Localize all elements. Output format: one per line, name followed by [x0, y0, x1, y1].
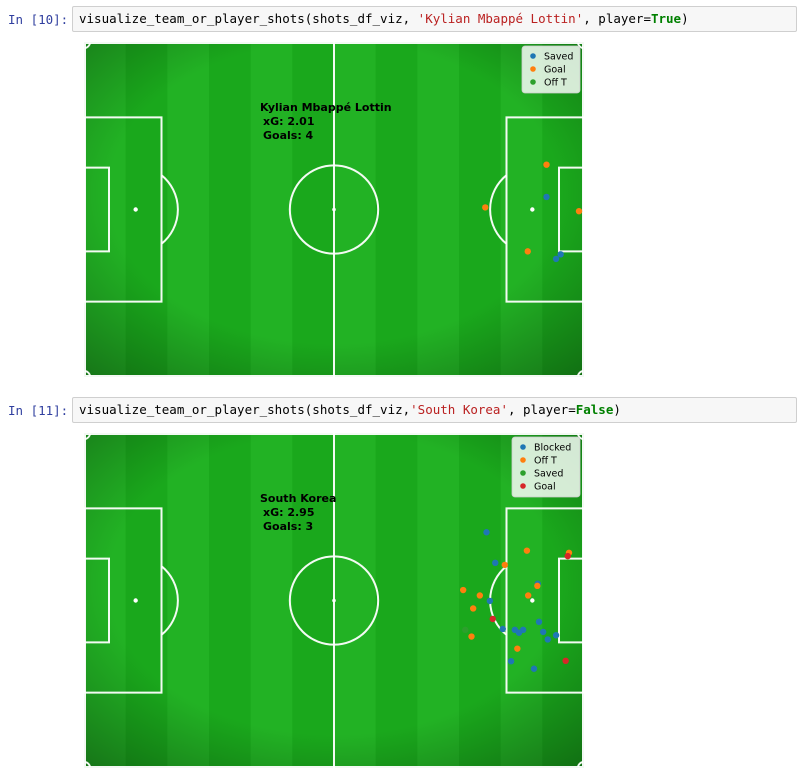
code-input[interactable]: visualize_team_or_player_shots(shots_df_… — [72, 397, 797, 423]
shot-point — [482, 204, 489, 211]
shot-point — [530, 665, 538, 672]
shot-point — [486, 597, 494, 605]
code-fn: visualize_team_or_player_shots — [79, 11, 305, 26]
shot-point — [515, 629, 523, 636]
shot-point — [462, 626, 469, 634]
shot-point — [524, 248, 531, 255]
legend-marker — [520, 457, 526, 463]
legend-marker — [520, 470, 526, 476]
left-penalty-spot — [133, 598, 138, 603]
shot-point — [535, 618, 543, 626]
pitch-svg: Kylian Mbappé LottinxG: 2.01Goals: 4 Save… — [84, 42, 584, 377]
shot-point — [539, 628, 547, 636]
shot-point — [489, 615, 496, 623]
shot-point — [544, 636, 551, 643]
shot-point — [499, 625, 506, 633]
annotation-name: South Korea — [260, 492, 336, 505]
annotation-name: Kylian Mbappé Lottin — [260, 101, 392, 114]
shot-point — [543, 193, 550, 201]
shot-map-figure: South Korea xG: 2.95 Goals: 3 Blocked Off T S… — [84, 433, 584, 768]
code-mid: , player= — [583, 11, 651, 26]
right-penalty-spot — [530, 598, 535, 603]
legend-marker — [530, 79, 536, 85]
center-spot — [332, 598, 336, 603]
legend-marker — [520, 444, 526, 450]
shot-point — [476, 592, 484, 599]
shot-point — [552, 255, 560, 263]
shot-point — [468, 633, 475, 640]
shot-point — [483, 529, 490, 536]
cell-prompt: In [11]: — [8, 403, 69, 418]
code-close: ) — [613, 402, 621, 417]
code-open: (shots_df_viz, — [304, 11, 418, 26]
shot-point — [459, 586, 467, 594]
shot-point — [492, 559, 499, 567]
shot-point — [501, 561, 509, 569]
legend-label: Saved — [544, 52, 573, 63]
shot-point — [564, 552, 571, 560]
shot-point — [562, 657, 569, 664]
legend-marker — [530, 53, 536, 59]
code-mid: , player= — [507, 402, 576, 417]
annotation-goals: Goals: 4 — [263, 129, 314, 142]
code-keyword: False — [575, 402, 614, 417]
legend-label: Goal — [534, 482, 556, 493]
shot-map-figure: Kylian Mbappé Lottin xG: 2.01 Goals: 4 Save… — [84, 42, 584, 377]
shot-point — [523, 547, 531, 554]
shot-point — [469, 605, 477, 612]
shot-point — [575, 207, 583, 215]
legend-label: Off T — [534, 456, 557, 467]
legend-marker — [520, 483, 526, 489]
legend-label: Goal — [544, 65, 566, 76]
annotation-goals: Goals: 3 — [263, 520, 313, 533]
code-input[interactable]: visualize_team_or_player_shots(shots_df_… — [72, 6, 797, 32]
code-close: ) — [681, 11, 689, 26]
center-spot — [332, 207, 336, 212]
shot-point — [514, 645, 521, 652]
cell-prompt: In [10]: — [8, 12, 69, 27]
left-penalty-spot — [133, 207, 138, 212]
annotation-xg: xG: 2.95 — [263, 506, 315, 519]
annotation-xg: xG: 2.01 — [263, 115, 315, 128]
legend-marker — [530, 66, 536, 72]
shot-point — [507, 658, 515, 665]
shot-point — [534, 582, 541, 590]
right-penalty-spot — [530, 207, 535, 212]
pitch-svg: South KoreaxG: 2.95Goals: 3 Blocked Off T S… — [84, 433, 584, 768]
code-string-arg: 'South Korea' — [410, 402, 508, 417]
code-string-arg: 'Kylian Mbappé Lottin' — [417, 11, 584, 26]
shot-point — [552, 632, 560, 639]
code-open: (shots_df_viz, — [304, 402, 411, 417]
shot-point — [543, 161, 550, 168]
legend-label: Off T — [544, 78, 567, 89]
legend-label: Blocked — [534, 443, 571, 454]
legend-label: Saved — [534, 469, 563, 480]
code-fn: visualize_team_or_player_shots — [79, 402, 305, 417]
code-keyword: True — [650, 11, 682, 26]
shot-point — [557, 251, 564, 258]
shot-point — [524, 592, 532, 599]
